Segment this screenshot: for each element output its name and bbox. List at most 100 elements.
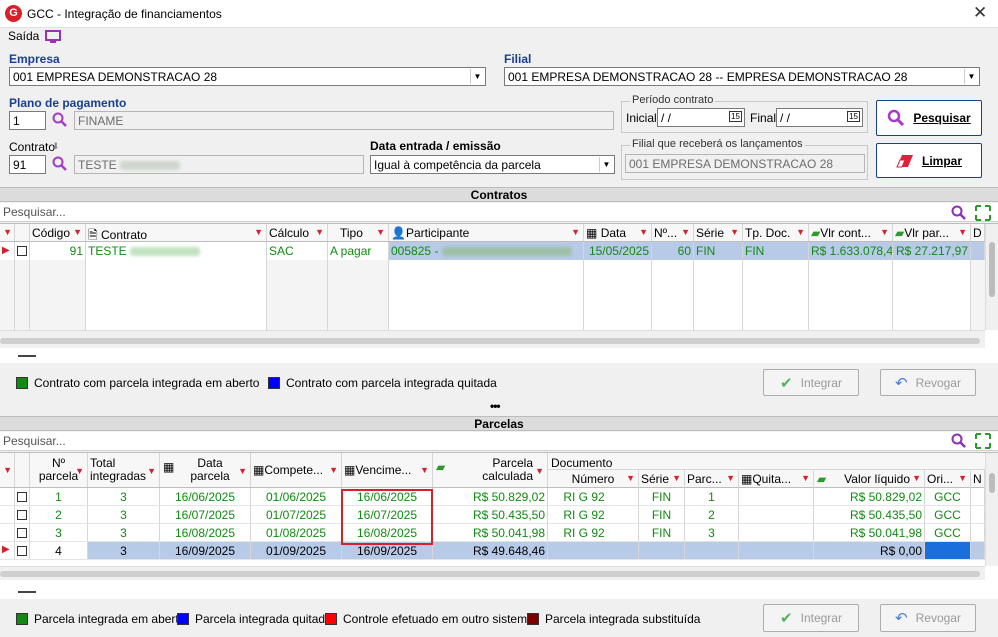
col-quitacao: ▦Quita... ▼ [739,470,814,488]
limpar-label: Limpar [921,153,962,168]
table-row[interactable]: 2 3 16/07/2025 01/07/2025 16/07/2025 R$ 50.43… [0,506,985,524]
revogar-parcelas-button[interactable]: ↶ Revogar [880,604,976,632]
cell-serie [639,542,685,559]
cell-calc: R$ 50.041,98 [433,524,548,541]
search-icon[interactable] [951,433,967,449]
cell-numero: RI G 92 [548,524,639,541]
table-row[interactable]: ▶ 91 TESTE SAC A pagar 005825 - 15/05/20… [0,242,985,260]
inicial-date-value: / / [661,111,672,125]
cell-calc: R$ 49.648,46 [433,542,548,559]
calendar-icon[interactable]: 15 [729,111,742,122]
monitor-icon [45,29,62,43]
money-icon: ▰ [436,460,446,474]
filial-label: Filial [504,52,532,66]
expand-icon[interactable] [975,433,991,449]
col-tpdoc: Tp. Doc. ▼ [743,224,809,241]
plano-code-input[interactable]: 1 [9,111,46,130]
pesquisar-button[interactable]: Pesquisar [876,100,982,136]
integrar-parcelas-button[interactable]: ✔ Integrar [763,604,859,632]
cell-parc [685,542,739,559]
row-checkbox[interactable] [17,510,27,520]
contratos-section-title: Contratos [0,187,998,202]
revogar-contratos-button[interactable]: ↶ Revogar [880,369,976,396]
legend-item: Contrato com parcela integrada em aberto [16,376,259,390]
calendar-icon: ▦ [344,463,356,477]
inicial-date-input[interactable]: / / 15 [657,108,745,127]
close-icon[interactable]: ✕ [973,3,987,23]
horizontal-scrollbar[interactable] [0,566,985,580]
table-row[interactable]: 3 3 16/08/2025 01/08/2025 16/08/2025 R$ 50.04… [0,524,985,542]
search-icon[interactable] [951,205,967,221]
empresa-select[interactable]: 001 EMPRESA DEMONSTRACAO 28 ▼ [9,67,486,86]
eraser-icon [896,154,913,167]
filial-value: 001 EMPRESA DEMONSTRACAO 28 -- EMPRESA D… [508,70,908,84]
expand-icon[interactable] [975,205,991,221]
integrar-contratos-button[interactable]: ✔ Integrar [763,369,859,396]
inicial-label: Inicial [626,111,657,125]
final-date-input[interactable]: / / 15 [776,108,863,127]
cell-liq: R$ 50.435,50 [814,506,925,523]
data-entrada-label: Data entrada / emissão [370,139,501,153]
row-checkbox[interactable] [17,246,27,256]
col-data: ▦ Data ▼ [584,224,652,241]
collapse-handle[interactable] [18,591,36,593]
chevron-down-icon[interactable]: ▼ [964,69,978,84]
row-checkbox[interactable] [17,528,27,538]
undo-icon: ↶ [895,374,908,392]
contrato-desc-value: TESTE [78,158,117,172]
cell-n: 2 [30,506,88,523]
check-icon: ✔ [780,610,793,627]
col-tipo: Tipo ▼ [328,224,389,241]
calendar-icon[interactable]: 15 [847,111,860,122]
search-icon[interactable] [52,112,68,128]
vertical-scrollbar[interactable] [985,453,998,566]
col-serie: Série ▼ [694,224,743,241]
empresa-value: 001 EMPRESA DEMONSTRACAO 28 [13,70,218,84]
contratos-search-input[interactable]: Pesquisar... [0,203,998,222]
cell-data: 16/07/2025 [160,506,251,523]
cell-numero: RI G 92 [548,488,639,505]
row-pointer-icon: ▶ [0,242,15,260]
col-codigo: Código ▼ [30,224,86,241]
col-competencia: ▦Compete... ▼ [251,453,342,487]
row-checkbox[interactable] [17,546,27,556]
data-entrada-select[interactable]: Igual à competência da parcela ▼ [370,155,615,174]
money-icon: ▰ [817,472,827,486]
horizontal-scrollbar[interactable] [0,330,985,348]
cell-comp: 01/08/2025 [251,524,342,541]
chevron-down-icon[interactable]: ▼ [599,157,613,172]
col-data-parcela: ▦ Data parcela ▼ [160,453,251,487]
search-icon[interactable] [52,156,68,172]
person-icon: 👤 [391,226,406,240]
limpar-button[interactable]: Limpar [876,143,982,178]
money-icon: ▰ [811,226,821,240]
col-parc: Parc... ▼ [685,470,739,488]
row-checkbox[interactable] [17,492,27,502]
legend-item: Parcela integrada quitada [177,612,332,626]
table-row[interactable]: 1 3 16/06/2025 01/06/2025 16/06/2025 R$ 50.82… [0,488,985,506]
vertical-scrollbar[interactable] [985,224,998,330]
menu-saida[interactable]: Saída [8,29,62,43]
cell-n: 4 [30,542,88,559]
col-origem: Ori... ▼ [925,470,971,488]
col-d: D [971,224,985,241]
contrato-code-input[interactable]: 91 [9,155,46,174]
table-row[interactable]: ▶ 4 3 16/09/2025 01/09/2025 16/09/2025 R$ 49.6… [0,542,985,560]
final-date-value: / / [780,111,791,125]
filial-select[interactable]: 001 EMPRESA DEMONSTRACAO 28 -- EMPRESA D… [504,67,980,86]
cell-calc: R$ 50.829,02 [433,488,548,505]
cell-n: 1 [30,488,88,505]
cell-liq: R$ 0,00 [814,542,925,559]
contrato-label: Contrato [9,140,56,154]
cell-ori: GCC [925,506,971,523]
col-numero: Número ▼ [548,470,639,488]
col-vlr-cont: ▰Vlr cont... ▼ [809,224,893,241]
window-title: GCC - Integração de financiamentos [27,7,222,21]
pin-icon: ⬇ [52,141,60,151]
splitter-handle[interactable]: ••• [490,399,501,413]
parcelas-search-input[interactable]: Pesquisar... [0,432,998,451]
chevron-down-icon[interactable]: ▼ [470,69,484,84]
data-entrada-value: Igual à competência da parcela [374,158,541,172]
col-vencimento: ▦Vencime... ▼ [342,453,433,487]
collapse-handle[interactable] [18,355,36,357]
